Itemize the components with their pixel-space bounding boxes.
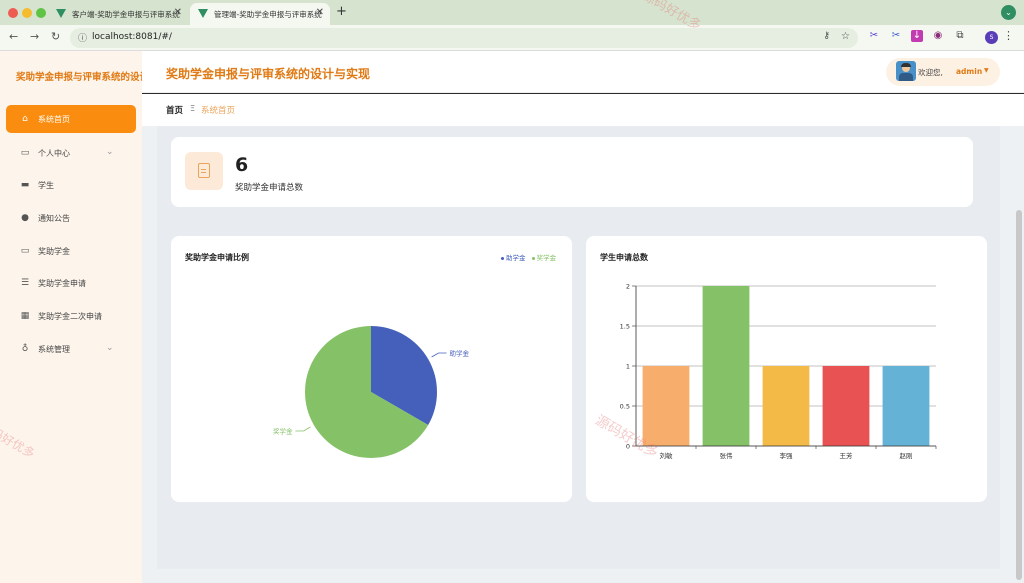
sidebar-item-label: 奖助学金二次申请 xyxy=(38,312,102,321)
pie-label-line xyxy=(295,426,311,432)
caret-down-icon: ▼ xyxy=(984,67,989,74)
top-header: 奖助学金申报与评审系统的设计与实现 欢迎您, admin ▼ xyxy=(142,51,1024,93)
grid-icon: ▦ xyxy=(20,311,30,321)
id-icon: ▭ xyxy=(20,246,30,256)
tab-title: 管理端-奖助学金申报与评审系统 xyxy=(214,10,322,19)
browser-tab-bar: 客户端-奖助学金申报与评审系统 ✕ 管理端-奖助学金申报与评审系统 ✕ + ⌄ xyxy=(0,0,1024,25)
back-arrow-icon[interactable]: ← xyxy=(9,30,18,43)
sidebar-item-scholarships[interactable]: ▭ 奖助学金 xyxy=(6,237,136,265)
sidebar: 奖助学金申报与评审系统的设计 ⌂ 系统首页 ▭ 个人中心 ⌄ ▬ 学生 ● 通知… xyxy=(0,51,142,583)
x-tick-label: 李强 xyxy=(780,451,794,460)
reload-icon[interactable]: ↻ xyxy=(51,30,60,43)
chevron-down-icon: ⌄ xyxy=(106,147,114,157)
document-icon xyxy=(185,152,223,190)
url-text: localhost:8081/#/ xyxy=(92,32,172,42)
bar xyxy=(642,366,690,446)
x-tick-label: 王芳 xyxy=(840,451,854,460)
window-minimize-button[interactable] xyxy=(22,8,32,18)
pie-chart: 助学金奖学金 xyxy=(273,326,470,458)
chevron-down-icon: ⌄ xyxy=(106,343,114,353)
page-title: 奖助学金申报与评审系统的设计与实现 xyxy=(166,67,371,81)
breadcrumb: 首页 Ξ 系统首页 xyxy=(142,94,1024,126)
x-tick-label: 赵刚 xyxy=(900,451,913,460)
home-icon: ⌂ xyxy=(22,114,28,124)
scissors-extension-icon[interactable]: ✂ xyxy=(868,30,880,42)
download-extension-icon[interactable]: ↓ xyxy=(911,30,923,42)
breadcrumb-current: 系统首页 xyxy=(201,106,236,116)
vue-logo-icon xyxy=(198,9,208,18)
puzzle-extension-icon[interactable]: ⧉ xyxy=(954,30,966,42)
vue-logo-icon xyxy=(56,9,66,18)
sidebar-item-notices[interactable]: ● 通知公告 xyxy=(6,204,136,232)
y-tick-label: 2 xyxy=(626,283,630,291)
pin-icon: ● xyxy=(21,213,29,223)
sidebar-item-label: 奖助学金申请 xyxy=(38,279,86,288)
stat-label: 奖助学金申请总数 xyxy=(235,183,304,193)
password-key-icon[interactable]: ⚷ xyxy=(823,31,830,41)
sidebar-item-label: 奖助学金 xyxy=(38,247,70,256)
tab-title: 客户端-奖助学金申报与评审系统 xyxy=(72,10,180,19)
sidebar-item-label: 系统首页 xyxy=(38,115,70,124)
tab-close-icon[interactable]: ✕ xyxy=(316,7,324,18)
browser-tab-admin[interactable]: 管理端-奖助学金申报与评审系统 ✕ xyxy=(190,3,330,25)
pie-slice-label: 奖学金 xyxy=(273,427,293,436)
sidebar-item-label: 通知公告 xyxy=(38,214,70,223)
pie-chart-card: 奖助学金申请比例 助学金 奖学金 助学金 奖学金 xyxy=(171,236,572,502)
breadcrumb-separator-icon: Ξ xyxy=(190,104,196,113)
site-info-icon[interactable]: ⓘ xyxy=(78,31,87,44)
x-tick-label: 张伟 xyxy=(720,451,734,460)
sidebar-item-applications[interactable]: ☰ 奖助学金申请 xyxy=(6,269,136,297)
chat-icon: ▬ xyxy=(20,180,30,190)
sidebar-item-students[interactable]: ▬ 学生 xyxy=(6,171,136,199)
forward-arrow-icon[interactable]: → xyxy=(30,30,39,43)
scrollbar[interactable] xyxy=(1016,210,1022,580)
bar-chart-card: 学生申请总数 0 0.5 1 1.5 2 刘敏 张伟 李强 王芳 赵刚 xyxy=(586,236,987,502)
main-content: 6 奖助学金申请总数 奖助学金申请比例 助学金 奖学金 助学金 奖学金 学生申请总… xyxy=(142,126,1024,583)
list-icon: ☰ xyxy=(20,278,30,288)
window-maximize-button[interactable] xyxy=(36,8,46,18)
cut-extension-icon[interactable]: ✂ xyxy=(890,30,902,42)
watermark-text: 源码好优多 xyxy=(0,418,38,461)
tab-close-icon[interactable]: ✕ xyxy=(174,7,182,18)
sidebar-item-second-applications[interactable]: ▦ 奖助学金二次申请 xyxy=(6,302,136,330)
welcome-text: 欢迎您, xyxy=(918,68,943,77)
camera-extension-icon[interactable]: ◉ xyxy=(932,30,944,42)
profile-avatar[interactable]: S xyxy=(985,31,998,44)
pie-label-line xyxy=(431,352,447,358)
sidebar-item-label: 个人中心 xyxy=(38,149,70,158)
sidebar-title: 奖助学金申报与评审系统的设计 xyxy=(16,72,142,83)
username: admin xyxy=(956,67,983,76)
new-tab-button[interactable]: + xyxy=(336,4,347,19)
sidebar-item-personal-center[interactable]: ▭ 个人中心 ⌄ xyxy=(6,139,136,167)
sidebar-item-home[interactable]: ⌂ 系统首页 xyxy=(6,105,136,133)
y-tick-label: 1 xyxy=(626,363,630,371)
card-icon: ▭ xyxy=(20,148,30,158)
x-tick-label: 刘敏 xyxy=(660,451,674,460)
user-menu[interactable]: 欢迎您, admin ▼ xyxy=(886,58,1000,86)
url-field[interactable]: ⓘ localhost:8081/#/ ⚷ ☆ xyxy=(70,28,858,48)
pie-slice-label: 助学金 xyxy=(450,349,470,358)
browser-menu-icon[interactable]: ⋮ xyxy=(1003,29,1014,42)
bar xyxy=(822,366,870,446)
bar xyxy=(762,366,810,446)
bar xyxy=(882,366,930,446)
sidebar-item-label: 系统管理 xyxy=(38,345,70,354)
browser-tab-client[interactable]: 客户端-奖助学金申报与评审系统 ✕ xyxy=(48,3,188,25)
window-close-button[interactable] xyxy=(8,8,18,18)
breadcrumb-home[interactable]: 首页 xyxy=(166,104,183,116)
y-tick-label: 1.5 xyxy=(620,323,630,331)
bar xyxy=(702,286,750,446)
stat-value: 6 xyxy=(235,154,249,176)
stat-card: 6 奖助学金申请总数 xyxy=(171,137,973,207)
sidebar-item-system-management[interactable]: ♁ 系统管理 ⌄ xyxy=(6,335,136,363)
avatar xyxy=(896,61,916,81)
sidebar-item-label: 学生 xyxy=(38,181,54,190)
bookmark-star-icon[interactable]: ☆ xyxy=(841,31,850,42)
bar-chart: 00.511.52刘敏 张伟 李强 王芳 赵刚 xyxy=(620,283,937,460)
tab-search-button[interactable]: ⌄ xyxy=(1001,5,1016,20)
y-tick-label: 0.5 xyxy=(620,403,630,411)
mic-icon: ♁ xyxy=(21,344,29,354)
